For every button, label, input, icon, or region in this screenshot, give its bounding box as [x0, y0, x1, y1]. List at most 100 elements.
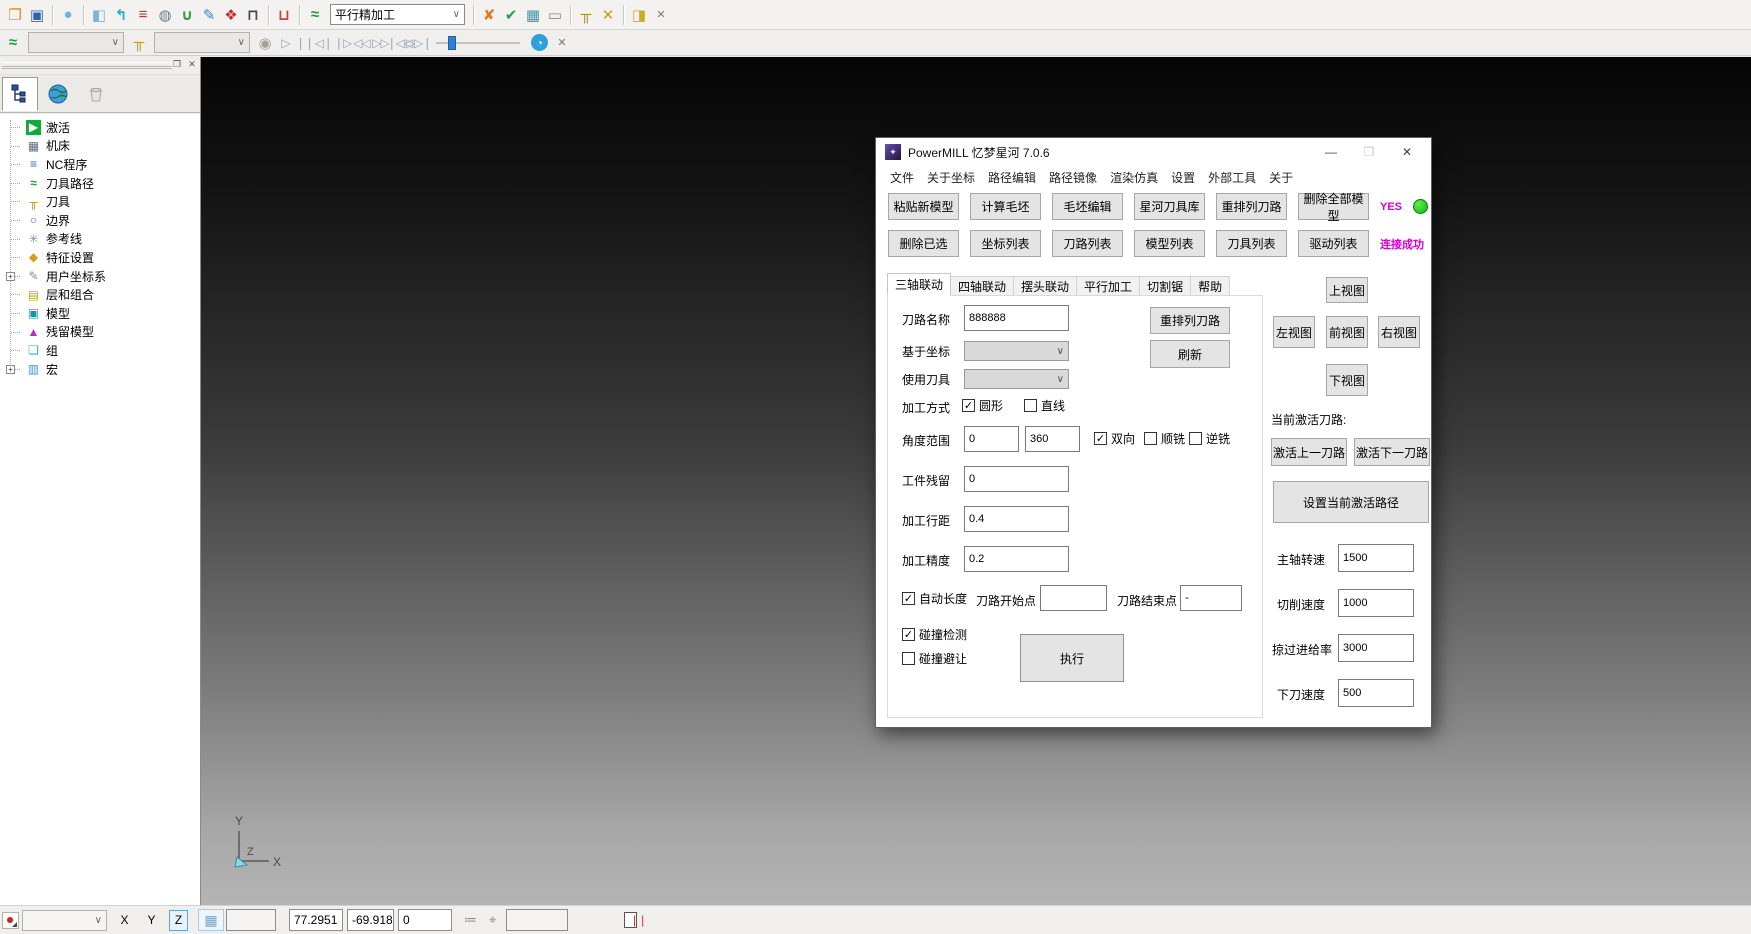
play-button[interactable]: ▷ [276, 33, 295, 53]
coord-z-field[interactable]: 0 [398, 909, 452, 931]
toolpath-strategy-icon[interactable]: ↰ [110, 4, 132, 26]
tree-item-刀具[interactable]: ╥刀具 [0, 192, 200, 211]
toolpath-delete-icon[interactable]: ✘ [478, 4, 500, 26]
menu-item-7[interactable]: 外部工具 [1208, 169, 1256, 186]
panel-close-button[interactable]: ✕ [186, 58, 198, 70]
tools-icon[interactable]: ╥ [128, 32, 150, 54]
tree-item-边界[interactable]: ○边界 [0, 211, 200, 230]
toolbar-close-icon[interactable]: ✕ [650, 4, 672, 26]
tool-pair-icon[interactable]: ╥ [575, 4, 597, 26]
tree-item-机床[interactable]: ▦机床 [0, 137, 200, 156]
curve-editor-icon[interactable]: ✎ [198, 4, 220, 26]
plunge-feed-input[interactable] [1338, 679, 1414, 707]
clock-icon[interactable]: ◔ [531, 34, 548, 51]
menu-item-8[interactable]: 关于 [1269, 169, 1293, 186]
close-icon[interactable]: ✕ [1400, 145, 1414, 159]
rapid-heights-icon[interactable]: ≡ [132, 4, 154, 26]
rearrange-toolpath-button[interactable]: 重排列刀路 [1150, 307, 1230, 334]
simbar-close-icon[interactable]: ✕ [551, 32, 573, 54]
menu-item-3[interactable]: 路径编辑 [988, 169, 1036, 186]
menu-item-4[interactable]: 路径镜像 [1049, 169, 1097, 186]
view-bottom-button[interactable]: 下视图 [1326, 364, 1368, 396]
view-top-button[interactable]: 上视图 [1326, 277, 1368, 303]
tolerance-input[interactable] [964, 546, 1069, 572]
toolpath-name-input[interactable] [964, 305, 1069, 331]
tool-select[interactable]: ∨ [154, 32, 250, 53]
transform-icon[interactable]: ✕ [597, 4, 619, 26]
skim-feed-input[interactable] [1338, 634, 1414, 662]
bidirectional-checkbox[interactable] [1094, 432, 1107, 445]
collision-check-checkbox[interactable] [902, 628, 915, 641]
tree-item-组[interactable]: ❏组 [0, 341, 200, 360]
dialog-action-button-粘贴新模型[interactable]: 粘贴新模型 [888, 193, 959, 220]
toolpath-select[interactable]: ∨ [28, 32, 124, 53]
expand-icon[interactable]: + [6, 272, 15, 281]
maximize-icon[interactable]: ❐ [1362, 145, 1376, 159]
activate-prev-toolpath-button[interactable]: 激活上一刀路 [1271, 438, 1347, 466]
angle-from-input[interactable] [964, 426, 1019, 452]
active-toolpath-icon[interactable]: ≈ [304, 4, 326, 26]
dialog-tab-平行加工[interactable]: 平行加工 [1077, 276, 1140, 296]
tab-recycle-bin[interactable] [78, 77, 114, 111]
axis-z-button[interactable]: Z [169, 910, 188, 931]
dialog-tab-帮助[interactable]: 帮助 [1191, 276, 1230, 296]
snap-field[interactable] [226, 909, 276, 931]
tab-world-view[interactable] [40, 77, 76, 111]
angle-to-input[interactable] [1025, 426, 1080, 452]
tree-item-模型[interactable]: ▣模型 [0, 304, 200, 323]
dialog-tab-三轴联动[interactable]: 三轴联动 [887, 273, 951, 296]
cutting-feed-input[interactable] [1338, 589, 1414, 617]
tree-item-参考线[interactable]: ✳参考线 [0, 230, 200, 249]
dialog-action-button-星河刀具库[interactable]: 星河刀具库 [1134, 193, 1205, 220]
tree-item-刀具路径[interactable]: ≈刀具路径 [0, 174, 200, 193]
toolpath-icon[interactable]: ≈ [2, 32, 24, 54]
spindle-speed-input[interactable] [1338, 544, 1414, 572]
step-back-button[interactable]: ◁❘ [314, 33, 333, 53]
dialog-action-button-坐标列表[interactable]: 坐标列表 [970, 230, 1041, 257]
pause-button[interactable]: ❘❘ [295, 33, 314, 53]
auto-length-checkbox[interactable] [902, 592, 915, 605]
grid-toggle-button[interactable]: ▦ [198, 909, 224, 931]
tree-item-层和组合[interactable]: ▤层和组合 [0, 285, 200, 304]
step-forward-button[interactable]: ❘▷ [333, 33, 352, 53]
dialog-action-button-删除全部模型[interactable]: 删除全部模型 [1298, 193, 1369, 220]
coords-list-icon[interactable]: ≔ [464, 912, 477, 928]
open-file-icon[interactable]: ❐ [4, 4, 26, 26]
tree-item-残留模型[interactable]: ▲残留模型 [0, 323, 200, 342]
marker-icon[interactable] [2, 912, 19, 929]
rewind-button[interactable]: ◁◁ [352, 33, 371, 53]
tab-explorer-tree[interactable] [2, 77, 38, 111]
clipboard-pause-icon[interactable] [624, 912, 637, 928]
dialog-action-button-重排列刀路[interactable]: 重排列刀路 [1216, 193, 1287, 220]
coord-x-field[interactable]: 77.2951 [289, 909, 343, 931]
menu-item-1[interactable]: 文件 [890, 169, 914, 186]
menu-item-5[interactable]: 渲染仿真 [1110, 169, 1158, 186]
tool-holder-icon[interactable]: ⊓ [242, 4, 264, 26]
locate-icon[interactable]: ⌖ [489, 912, 496, 928]
toolpath-verify-icon[interactable]: ✔ [500, 4, 522, 26]
dialog-action-button-驱动列表[interactable]: 驱动列表 [1298, 230, 1369, 257]
dialog-action-button-刀具列表[interactable]: 刀具列表 [1216, 230, 1287, 257]
dialog-action-button-刀路列表[interactable]: 刀路列表 [1052, 230, 1123, 257]
panel-gripper[interactable] [2, 62, 172, 67]
view-left-button[interactable]: 左视图 [1273, 316, 1315, 348]
shaded-render-icon[interactable]: ● [57, 4, 79, 26]
tree-item-特征设置[interactable]: ◆特征设置 [0, 248, 200, 267]
calculator-icon[interactable]: ▦ [522, 4, 544, 26]
leads-links-icon[interactable]: ∪ [176, 4, 198, 26]
coord-base-select[interactable]: ∨ [964, 341, 1069, 361]
view-right-button[interactable]: 右视图 [1378, 316, 1420, 348]
dialog-tab-切割锯[interactable]: 切割锯 [1140, 276, 1191, 296]
speed-slider[interactable] [436, 33, 520, 53]
tree-item-用户坐标系[interactable]: +✎用户坐标系 [0, 267, 200, 286]
menu-item-6[interactable]: 设置 [1171, 169, 1195, 186]
minimize-icon[interactable]: — [1324, 145, 1338, 159]
measure-field[interactable] [506, 909, 568, 931]
execute-button[interactable]: 执行 [1020, 634, 1124, 682]
collision-check-icon[interactable]: ⊔ [273, 4, 295, 26]
dialog-action-button-计算毛坯[interactable]: 计算毛坯 [970, 193, 1041, 220]
stepover-input[interactable] [964, 506, 1069, 532]
activate-next-toolpath-button[interactable]: 激活下一刀路 [1354, 438, 1430, 466]
conventional-checkbox[interactable] [1189, 432, 1202, 445]
statusbar-select[interactable]: ∨ [22, 910, 107, 931]
